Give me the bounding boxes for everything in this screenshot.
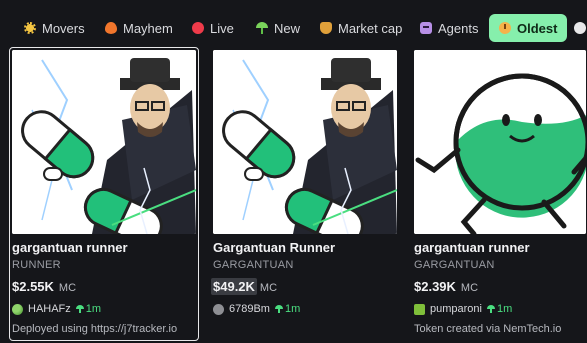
market-cap-unit: MC (460, 282, 479, 294)
token-image (414, 50, 586, 234)
flame-icon (105, 22, 117, 34)
token-age: 1m (75, 303, 102, 315)
token-card[interactable]: gargantuan runner RUNNER $2.55K MC HAHAF… (9, 47, 199, 341)
token-age-value: 1m (284, 303, 301, 315)
token-age-value: 1m (496, 303, 513, 315)
token-name: Gargantuan Runner (213, 240, 336, 255)
sprout-icon (274, 305, 283, 313)
creator-avatar (213, 303, 224, 315)
card-meta: pumparoni 1m (414, 303, 512, 315)
token-ticker: GARGANTUAN (414, 259, 495, 271)
token-description: Deployed using https://j7tracker.io (12, 323, 178, 335)
live-dot-icon (192, 22, 204, 34)
creator-avatar (12, 303, 23, 315)
token-image-art (213, 50, 397, 234)
token-image (12, 50, 196, 234)
token-image (213, 50, 397, 234)
market-cap: $49.2K MC (211, 278, 278, 295)
token-ticker: GARGANTUAN (213, 259, 294, 271)
token-image-art (12, 50, 196, 234)
filter-movers[interactable]: Movers (14, 14, 95, 42)
filter-label: Live (210, 20, 234, 36)
sun-icon (24, 22, 36, 34)
filter-new[interactable]: New (246, 14, 310, 42)
robot-icon (420, 22, 432, 34)
creator-avatar (414, 303, 425, 315)
filter-label: New (274, 20, 301, 36)
market-cap-unit: MC (259, 282, 278, 294)
creator-name[interactable]: HAHAFz (28, 303, 71, 315)
market-cap: $2.55K MC (12, 278, 76, 295)
clock-icon (499, 22, 511, 34)
filter-label: Oldest (517, 20, 558, 36)
token-name: gargantuan runner (12, 240, 128, 255)
market-cap-unit: MC (58, 282, 77, 294)
filter-agents[interactable]: Agents (410, 14, 488, 42)
card-meta: 6789Bm 1m (213, 303, 300, 315)
creator-name[interactable]: 6789Bm (229, 303, 270, 315)
creator-name[interactable]: pumparoni (430, 303, 482, 315)
sprout-icon (486, 305, 495, 313)
market-cap: $2.39K MC (414, 278, 478, 295)
filter-oldest[interactable]: Oldest (489, 14, 568, 42)
filter-mayhem[interactable]: Mayhem (95, 14, 183, 42)
market-cap-value: $2.55K (12, 279, 54, 294)
filter-label: Mayhem (123, 20, 173, 36)
money-bag-icon (320, 22, 332, 34)
sprout-icon (75, 305, 84, 313)
filter-label: Agents (438, 20, 479, 36)
filter-market-cap[interactable]: Market cap (310, 14, 412, 42)
token-ticker: RUNNER (12, 259, 61, 271)
token-age: 1m (486, 303, 513, 315)
filter-bar: Movers Mayhem Live New Market cap Agents… (0, 0, 587, 42)
market-cap-value: $2.39K (414, 279, 456, 294)
card-meta: HAHAFz 1m (12, 303, 101, 315)
token-image-art (414, 50, 586, 234)
token-description: Token created via NemTech.io (414, 323, 562, 335)
token-age-value: 1m (85, 303, 102, 315)
token-card[interactable]: gargantuan runner GARGANTUAN $2.39K MC p… (412, 48, 587, 340)
token-age: 1m (274, 303, 301, 315)
filter-label: Movers (42, 20, 85, 36)
market-cap-value: $49.2K (211, 278, 257, 295)
filter-live[interactable]: Live (182, 14, 244, 42)
filter-label: Market cap (338, 20, 403, 36)
filter-chat[interactable] (568, 14, 587, 42)
sprout-icon (256, 22, 268, 34)
token-card[interactable]: Gargantuan Runner GARGANTUAN $49.2K MC 6… (211, 48, 399, 340)
speech-bubble-icon (574, 22, 586, 34)
token-name: gargantuan runner (414, 240, 530, 255)
